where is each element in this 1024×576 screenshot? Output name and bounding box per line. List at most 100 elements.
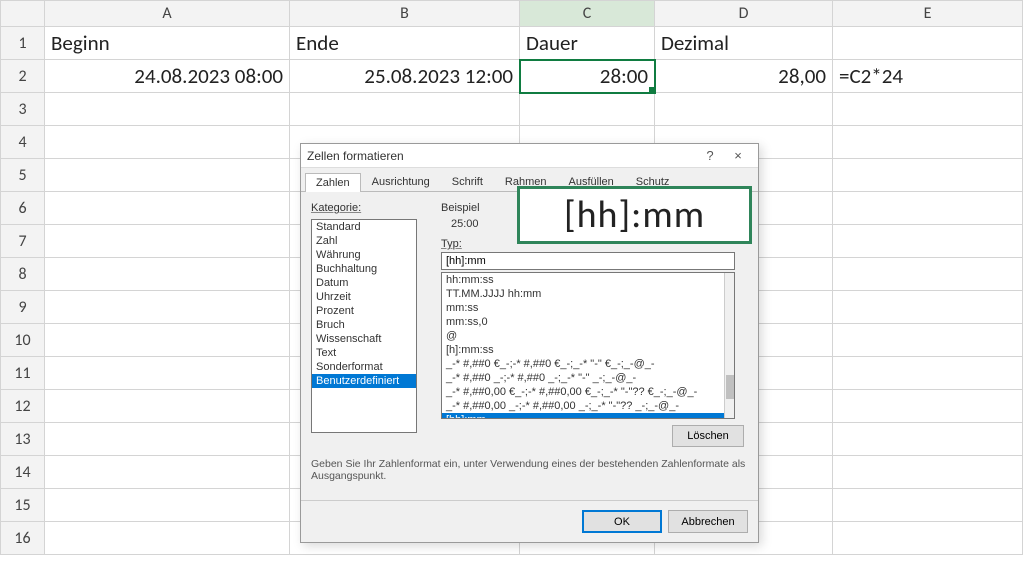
cell-A13[interactable] xyxy=(45,423,290,456)
row-header-14[interactable]: 14 xyxy=(1,456,45,489)
col-header-A[interactable]: A xyxy=(45,1,290,27)
cell-D1[interactable]: Dezimal xyxy=(655,27,833,60)
row-header-15[interactable]: 15 xyxy=(1,489,45,522)
cell-A3[interactable] xyxy=(45,93,290,126)
format-listbox[interactable]: hh:mm:ssTT.MM.JJJJ hh:mmmm:ssmm:ss,0@[h]… xyxy=(441,272,735,419)
col-header-C[interactable]: C xyxy=(520,1,655,27)
cell-D2[interactable]: 28,00 xyxy=(655,60,833,93)
row-header-6[interactable]: 6 xyxy=(1,192,45,225)
cell-E14[interactable] xyxy=(833,456,1023,489)
row-header-16[interactable]: 16 xyxy=(1,522,45,555)
category-item[interactable]: Prozent xyxy=(312,304,416,318)
tab-zahlen[interactable]: Zahlen xyxy=(305,173,361,192)
category-item[interactable]: Sonderformat xyxy=(312,360,416,374)
cell-E15[interactable] xyxy=(833,489,1023,522)
cell-B3[interactable] xyxy=(290,93,520,126)
category-item[interactable]: Uhrzeit xyxy=(312,290,416,304)
corner-cell[interactable] xyxy=(1,1,45,27)
category-item[interactable]: Benutzerdefiniert xyxy=(312,374,416,388)
row-header-1[interactable]: 1 xyxy=(1,27,45,60)
tab-schrift[interactable]: Schrift xyxy=(441,172,494,191)
cell-A2[interactable]: 24.08.2023 08:00 xyxy=(45,60,290,93)
category-item[interactable]: Standard xyxy=(312,220,416,234)
row-header-12[interactable]: 12 xyxy=(1,390,45,423)
cell-E8[interactable] xyxy=(833,258,1023,291)
format-item[interactable]: TT.MM.JJJJ hh:mm xyxy=(442,287,724,301)
category-item[interactable]: Text xyxy=(312,346,416,360)
category-item[interactable]: Bruch xyxy=(312,318,416,332)
cell-E2[interactable]: =C2*24 xyxy=(833,60,1023,93)
cell-B2[interactable]: 25.08.2023 12:00 xyxy=(290,60,520,93)
col-header-D[interactable]: D xyxy=(655,1,833,27)
format-item[interactable]: @ xyxy=(442,329,724,343)
category-listbox[interactable]: StandardZahlWährungBuchhaltungDatumUhrze… xyxy=(311,219,417,433)
category-item[interactable]: Buchhaltung xyxy=(312,262,416,276)
category-item[interactable]: Währung xyxy=(312,248,416,262)
cell-A15[interactable] xyxy=(45,489,290,522)
cell-E1[interactable] xyxy=(833,27,1023,60)
cancel-button[interactable]: Abbrechen xyxy=(668,510,748,533)
format-item[interactable]: _-* #,##0 €_-;-* #,##0 €_-;_-* "-" €_-;_… xyxy=(442,357,724,371)
cell-A7[interactable] xyxy=(45,225,290,258)
hint-text: Geben Sie Ihr Zahlenformat ein, unter Ve… xyxy=(311,458,748,482)
cell-A14[interactable] xyxy=(45,456,290,489)
row-header-3[interactable]: 3 xyxy=(1,93,45,126)
col-header-E[interactable]: E xyxy=(833,1,1023,27)
cell-E11[interactable] xyxy=(833,357,1023,390)
cell-A10[interactable] xyxy=(45,324,290,357)
row-header-7[interactable]: 7 xyxy=(1,225,45,258)
row-header-10[interactable]: 10 xyxy=(1,324,45,357)
ok-button[interactable]: OK xyxy=(582,510,662,533)
category-item[interactable]: Zahl xyxy=(312,234,416,248)
delete-button[interactable]: Löschen xyxy=(672,425,744,447)
cell-A4[interactable] xyxy=(45,126,290,159)
row-header-4[interactable]: 4 xyxy=(1,126,45,159)
cell-C3[interactable] xyxy=(520,93,655,126)
dialog-titlebar[interactable]: Zellen formatieren ? × xyxy=(301,144,758,168)
format-item[interactable]: mm:ss xyxy=(442,301,724,315)
cell-E4[interactable] xyxy=(833,126,1023,159)
format-item[interactable]: _-* #,##0,00 _-;-* #,##0,00 _-;_-* "-"??… xyxy=(442,399,724,413)
cell-E10[interactable] xyxy=(833,324,1023,357)
scrollbar[interactable] xyxy=(724,273,734,418)
format-item[interactable]: _-* #,##0 _-;-* #,##0 _-;_-* "-" _-;_-@_… xyxy=(442,371,724,385)
cell-E16[interactable] xyxy=(833,522,1023,555)
format-item[interactable]: hh:mm:ss xyxy=(442,273,724,287)
cell-A5[interactable] xyxy=(45,159,290,192)
category-item[interactable]: Wissenschaft xyxy=(312,332,416,346)
cell-A9[interactable] xyxy=(45,291,290,324)
cell-E5[interactable] xyxy=(833,159,1023,192)
cell-E13[interactable] xyxy=(833,423,1023,456)
cell-E3[interactable] xyxy=(833,93,1023,126)
row-header-2[interactable]: 2 xyxy=(1,60,45,93)
close-icon[interactable]: × xyxy=(724,148,752,163)
cell-A6[interactable] xyxy=(45,192,290,225)
help-icon[interactable]: ? xyxy=(696,148,724,163)
row-header-8[interactable]: 8 xyxy=(1,258,45,291)
cell-A16[interactable] xyxy=(45,522,290,555)
cell-B1[interactable]: Ende xyxy=(290,27,520,60)
category-item[interactable]: Datum xyxy=(312,276,416,290)
cell-A11[interactable] xyxy=(45,357,290,390)
cell-D3[interactable] xyxy=(655,93,833,126)
cell-E12[interactable] xyxy=(833,390,1023,423)
tab-ausrichtung[interactable]: Ausrichtung xyxy=(361,172,441,191)
row-header-9[interactable]: 9 xyxy=(1,291,45,324)
row-header-13[interactable]: 13 xyxy=(1,423,45,456)
row-header-5[interactable]: 5 xyxy=(1,159,45,192)
cell-C1[interactable]: Dauer xyxy=(520,27,655,60)
format-item[interactable]: mm:ss,0 xyxy=(442,315,724,329)
cell-A12[interactable] xyxy=(45,390,290,423)
cell-E9[interactable] xyxy=(833,291,1023,324)
row-header-11[interactable]: 11 xyxy=(1,357,45,390)
format-item[interactable]: [hh]:mm xyxy=(442,413,724,419)
cell-A8[interactable] xyxy=(45,258,290,291)
col-header-B[interactable]: B xyxy=(290,1,520,27)
cell-E7[interactable] xyxy=(833,225,1023,258)
type-input[interactable] xyxy=(441,252,735,270)
format-item[interactable]: _-* #,##0,00 €_-;-* #,##0,00 €_-;_-* "-"… xyxy=(442,385,724,399)
format-item[interactable]: [h]:mm:ss xyxy=(442,343,724,357)
cell-A1[interactable]: Beginn xyxy=(45,27,290,60)
cell-E6[interactable] xyxy=(833,192,1023,225)
cell-C2[interactable]: 28:00 xyxy=(520,60,655,93)
